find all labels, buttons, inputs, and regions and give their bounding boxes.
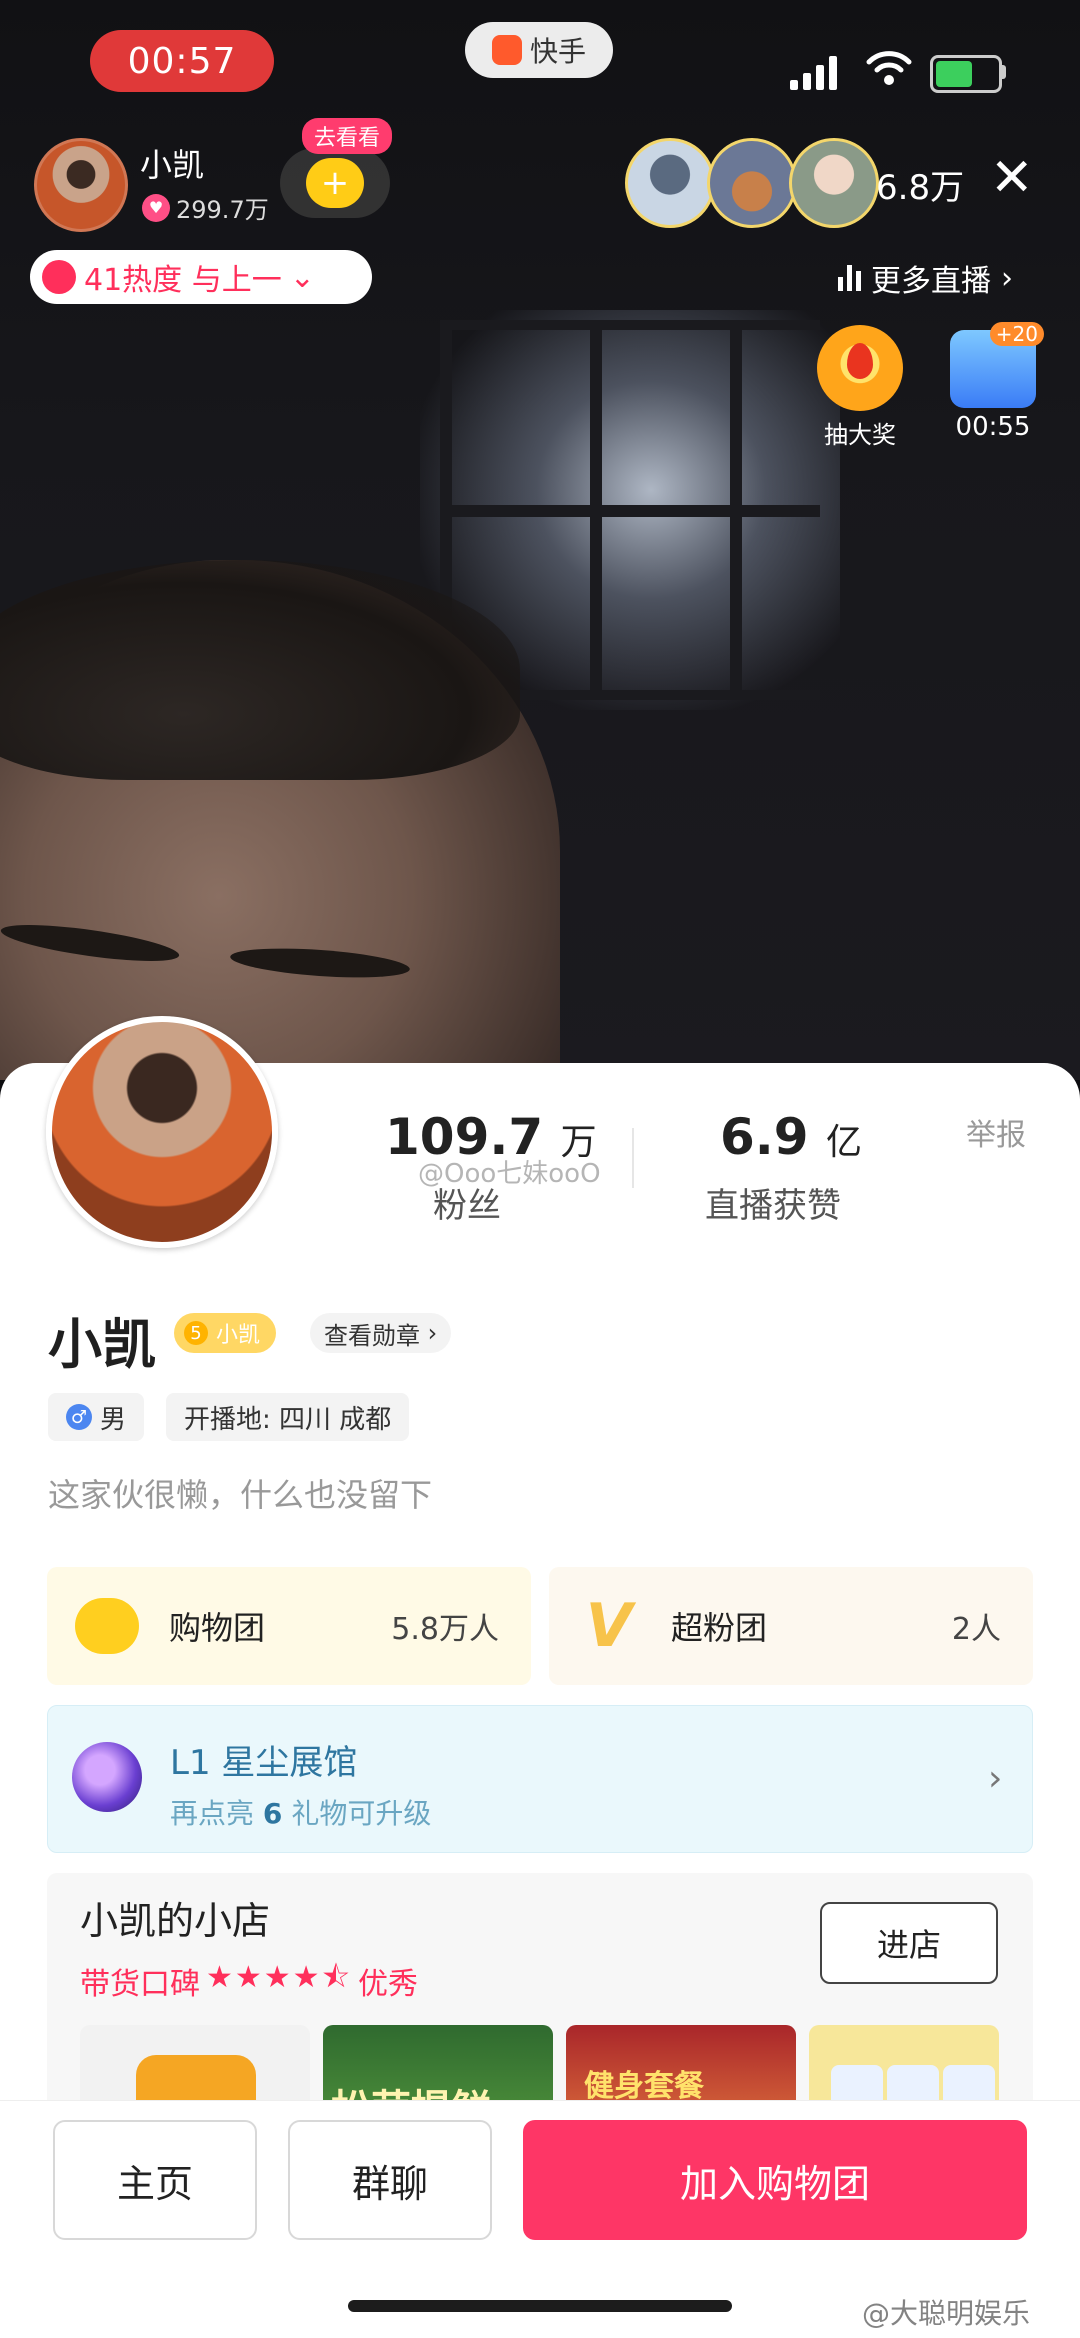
more-live-label: 更多直播: [871, 264, 991, 299]
host-likes-count: 299.7万: [176, 196, 269, 224]
watermark: @大聪明娱乐: [862, 2297, 1031, 2330]
top-viewers[interactable]: [625, 138, 879, 228]
heart-icon: ♥: [142, 193, 170, 222]
lottery-label: 抽大奖: [824, 421, 896, 449]
rating-text: 优秀: [358, 1966, 418, 2002]
more-live-button[interactable]: 更多直播 ›: [838, 256, 1013, 300]
gallery-sub-suffix: 礼物可升级: [291, 1797, 432, 1830]
popularity-timer: 00:55: [955, 412, 1031, 442]
profile-bio: 这家伙很懒，什么也没留下: [48, 1476, 433, 1514]
shopping-group-label: 购物团: [169, 1609, 266, 1647]
fan-level-badge[interactable]: 5 小凯: [174, 1313, 277, 1353]
medal-link-label: 查看勋章: [324, 1321, 420, 1350]
status-time: 00:57: [90, 30, 274, 92]
gender-tag: ♂ 男: [48, 1393, 145, 1441]
store-rating: 带货口碑 ★★★★⯪ 优秀: [80, 1955, 418, 2006]
popularity-badge: +20: [989, 322, 1044, 346]
popularity-icon: +20: [950, 322, 1044, 408]
rating-label: 带货口碑: [80, 1966, 200, 2002]
level-name: 小凯: [216, 1323, 261, 1348]
enter-store-button[interactable]: 进店: [820, 1902, 998, 1984]
host-name[interactable]: 小凯: [140, 140, 204, 186]
home-button[interactable]: 主页: [53, 2120, 257, 2240]
gallery-sub-prefix: 再点亮: [170, 1797, 255, 1830]
chevron-right-icon: ›: [1001, 260, 1013, 296]
likes-label: 直播获赞: [705, 1186, 841, 1226]
male-icon: ♂: [66, 1404, 92, 1430]
join-shopping-group-button[interactable]: 加入购物团: [523, 2120, 1027, 2240]
likes-unit: 亿: [826, 1122, 863, 1163]
gold-heart-icon: [75, 1598, 139, 1654]
streamer-hair: [0, 560, 520, 780]
lottery-icon: [817, 325, 903, 411]
store-title: 小凯的小店: [80, 1899, 271, 1943]
viewer-avatar[interactable]: [789, 138, 879, 228]
shopping-group-card[interactable]: 购物团 5.8万人: [47, 1567, 531, 1685]
cellular-signal-icon: [790, 56, 837, 90]
chevron-right-icon: ›: [420, 1319, 438, 1347]
group-chat-button[interactable]: 群聊: [288, 2120, 492, 2240]
watermark: @Ooo七妹ooO: [418, 1159, 601, 1189]
kuaishou-logo-icon: [491, 35, 522, 65]
view-medals-link[interactable]: 查看勋章 ›: [310, 1313, 452, 1353]
gallery-subtitle: 再点亮 6 礼物可升级: [170, 1792, 431, 1832]
host-likes: ♥ 299.7万: [142, 190, 269, 225]
battery-icon: [930, 55, 1002, 93]
super-fan-group-card[interactable]: V 超粉团 2人: [549, 1567, 1033, 1685]
clock-icon: [42, 260, 76, 294]
follow-button[interactable]: +: [280, 148, 390, 218]
likes-value: 6.9: [720, 1108, 809, 1166]
lottery-widget[interactable]: 抽大奖: [814, 325, 906, 450]
host-avatar[interactable]: [34, 138, 128, 232]
crystal-ball-icon: [72, 1742, 142, 1812]
likes-count: 6.9 亿: [720, 1108, 862, 1166]
follow-tag[interactable]: 去看看: [302, 118, 393, 154]
report-button[interactable]: 举报: [966, 1110, 1026, 1154]
app-indicator[interactable]: 快手: [465, 22, 613, 78]
wifi-icon: [866, 51, 912, 85]
level-number: 5: [184, 1321, 208, 1345]
super-fan-count: 2人: [951, 1612, 1001, 1647]
stat-divider: [632, 1128, 634, 1188]
viewer-avatar[interactable]: [625, 138, 715, 228]
plus-heart-icon: +: [306, 158, 364, 208]
gallery-title: L1 星尘展馆: [170, 1743, 358, 1783]
gallery-sub-number: 6: [262, 1797, 283, 1830]
close-icon[interactable]: ✕: [990, 152, 1034, 204]
location-tag: 开播地: 四川 成都: [166, 1393, 410, 1441]
heat-text: 41热度 与上一: [84, 263, 282, 298]
shopping-group-count: 5.8万人: [391, 1612, 499, 1647]
popularity-widget[interactable]: +20 00:55: [950, 322, 1044, 442]
battery-level: [936, 61, 972, 87]
super-fan-label: 超粉团: [671, 1609, 768, 1647]
battery-tip: [1001, 65, 1006, 79]
viewer-count[interactable]: 6.8万: [876, 160, 964, 209]
profile-name: 小凯: [48, 1313, 156, 1376]
chevron-right-icon[interactable]: ›: [988, 1758, 1002, 1799]
profile-avatar[interactable]: [46, 1016, 278, 1248]
star-rating-icon: ★★★★⯪: [206, 1960, 352, 1995]
app-name: 快手: [529, 35, 586, 68]
viewer-avatar[interactable]: [707, 138, 797, 228]
heat-rank-pill[interactable]: 41热度 与上一 ⌄: [30, 250, 372, 304]
chevron-down-icon: ⌄: [289, 259, 315, 295]
chart-bars-icon: [838, 265, 861, 291]
home-indicator[interactable]: [348, 2300, 732, 2312]
gender-label: 男: [100, 1404, 127, 1435]
product-banner-text: 健身套餐: [584, 2069, 704, 2104]
v-badge-icon: V: [585, 1591, 633, 1661]
